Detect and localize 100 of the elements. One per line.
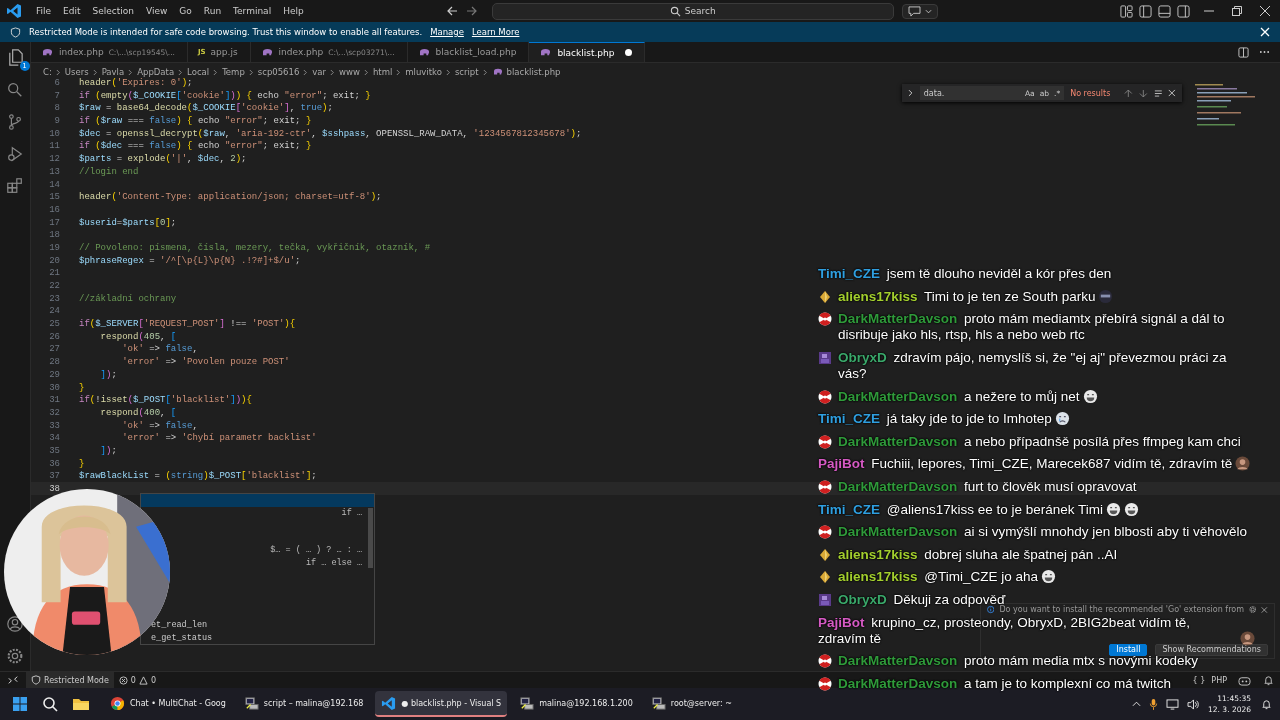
secondary-sidebar-icon[interactable] [1177,4,1190,18]
taskbar-app[interactable]: script – malina@192.168 [237,691,370,717]
breadcrumb-item[interactable]: Pavla [101,67,125,77]
bell-icon[interactable] [1263,674,1274,686]
gear-icon[interactable] [1248,605,1257,614]
breadcrumb-item[interactable]: mluvitko [405,67,442,77]
breadcrumb-item[interactable]: Temp [222,67,245,77]
suggestion-label[interactable]: e_get_status [151,632,213,643]
code-line: header('Expires: 0'); [79,77,193,88]
close-icon[interactable] [1260,6,1270,16]
menu-item[interactable]: Edit [57,6,87,16]
breadcrumb-item[interactable]: AppData [137,67,175,77]
run-debug-icon[interactable] [6,145,24,163]
tab-label: blacklist_load.php [435,47,517,57]
avatar-icon [1235,456,1251,472]
menu-item[interactable]: File [30,6,58,16]
line-number: 15 [48,191,60,202]
chevron-icon[interactable] [908,89,914,97]
umbrella-icon [818,434,832,449]
chat-button[interactable] [901,3,938,19]
taskbar-app[interactable]: ● blacklist.php - Visual S [375,691,508,717]
windows-start-icon[interactable] [12,696,28,712]
app-logo-icon [6,3,22,19]
warning-count: 0 [150,675,156,685]
taskbar-app[interactable]: Chat • MultiChat - Goog [104,691,232,717]
braces-glyph: { } [1192,675,1206,685]
restricted-mode-button[interactable]: Restricted Mode [26,672,114,688]
menu-item[interactable]: Terminal [227,6,278,16]
suggestion-label[interactable]: et_read_len [151,620,208,631]
code-line: $rawBlackList = (string)$_POST['blacklist']; [79,470,317,481]
microphone-icon[interactable] [1149,697,1159,711]
breadcrumb-item[interactable]: www [339,67,360,77]
breadcrumb-item[interactable]: Users [64,67,89,77]
back-arrow-icon[interactable] [445,5,458,17]
sidebar-toggle-icon[interactable] [1139,4,1152,18]
breadcrumb-item[interactable]: html [372,67,393,77]
chat-message: PajiBot Fuchiii, lepores, Timi_CZE, Marecek687 vidím tě, zdravím tě [818,456,1233,473]
chat-message: Timi_CZE @aliens17kiss ee to je beránek Timi [818,501,1104,518]
breadcrumb-item[interactable]: var [312,67,327,77]
monitor-icon[interactable] [1166,698,1180,710]
code-line: $userid=$parts[0]; [79,216,177,228]
extensions-icon[interactable] [6,177,24,195]
chevron-icon [363,68,369,76]
code-line: header('Content-Type: application/json; charset=utf-8'); [79,191,382,202]
arrow-down-icon[interactable] [1139,88,1148,98]
chevron-icon [303,68,309,76]
code-line: //základní ochrany [79,292,177,304]
banner-link[interactable]: Manage [430,27,464,37]
forward-arrow-icon[interactable] [465,5,478,17]
split-editor-icon[interactable] [1238,46,1249,58]
notification-button[interactable]: Install [1109,644,1148,656]
menu-item[interactable]: Selection [86,6,140,16]
notification-button[interactable]: Show Recommendations [1155,644,1268,656]
account-icon[interactable] [6,615,24,633]
code-line: if ($raw === false) { echo "error"; exit; } [79,115,312,126]
folder-icon[interactable] [72,697,90,711]
menu-item[interactable]: View [140,6,174,16]
copilot-icon[interactable] [1238,674,1251,686]
menu-item[interactable]: Run [197,6,228,16]
breadcrumb-item[interactable]: blacklist.php [491,67,561,77]
line-number: 8 [53,102,60,114]
code-line: 'error' => 'Povolen pouze POST' [121,356,290,367]
smiley-icon [1124,501,1140,517]
language-mode-button[interactable]: { } PHP [1187,672,1232,688]
suggestion-detail: $… = ( … ) ? … : … [270,545,362,556]
line-number: 29 [48,368,60,380]
line-number: 27 [48,343,60,355]
layout-icon[interactable] [1120,4,1133,18]
caret-up-icon[interactable] [1132,701,1142,707]
line-number: 34 [48,432,60,443]
arrow-up-icon[interactable] [1124,88,1134,98]
line-number: 25 [48,318,60,329]
close-icon[interactable] [1168,89,1176,97]
line-number: 12 [48,153,60,164]
breadcrumb-item[interactable]: C: [43,67,52,77]
restore-icon[interactable] [1232,6,1242,16]
search-field[interactable]: Search [491,2,894,20]
breadcrumb-item[interactable]: scp05616 [257,67,300,77]
line-number: 23 [48,292,60,304]
more-icon[interactable] [1259,50,1270,54]
panel-toggle-icon[interactable] [1158,4,1171,18]
menu-item[interactable]: Go [173,6,198,16]
menu-item[interactable]: Help [277,6,310,16]
search-icon[interactable] [42,696,58,712]
taskbar-app[interactable]: malina@192.168.1.200 [513,691,639,717]
speaker-icon[interactable] [1187,698,1201,710]
scrollbar-thumb[interactable] [368,508,373,568]
taskbar-app[interactable]: root@server: ~ [644,691,738,717]
settings-icon[interactable] [6,647,24,665]
chat-message: DarkMatterDavson a nebo případnšě posílá přes ffmpeg kam chci [838,433,1241,450]
banner-link[interactable]: Learn More [471,27,520,37]
source-control-icon[interactable] [6,113,24,131]
problems-button[interactable]: 0 0 [113,672,161,688]
line-number: 28 [48,356,60,367]
lines-icon[interactable] [1153,88,1163,98]
breadcrumb-item[interactable]: script [454,67,479,77]
line-number: 35 [48,444,60,456]
breadcrumb-item[interactable]: Local [187,67,210,77]
editor-tab[interactable]: blacklist.php [529,42,646,62]
search-icon [669,5,681,17]
